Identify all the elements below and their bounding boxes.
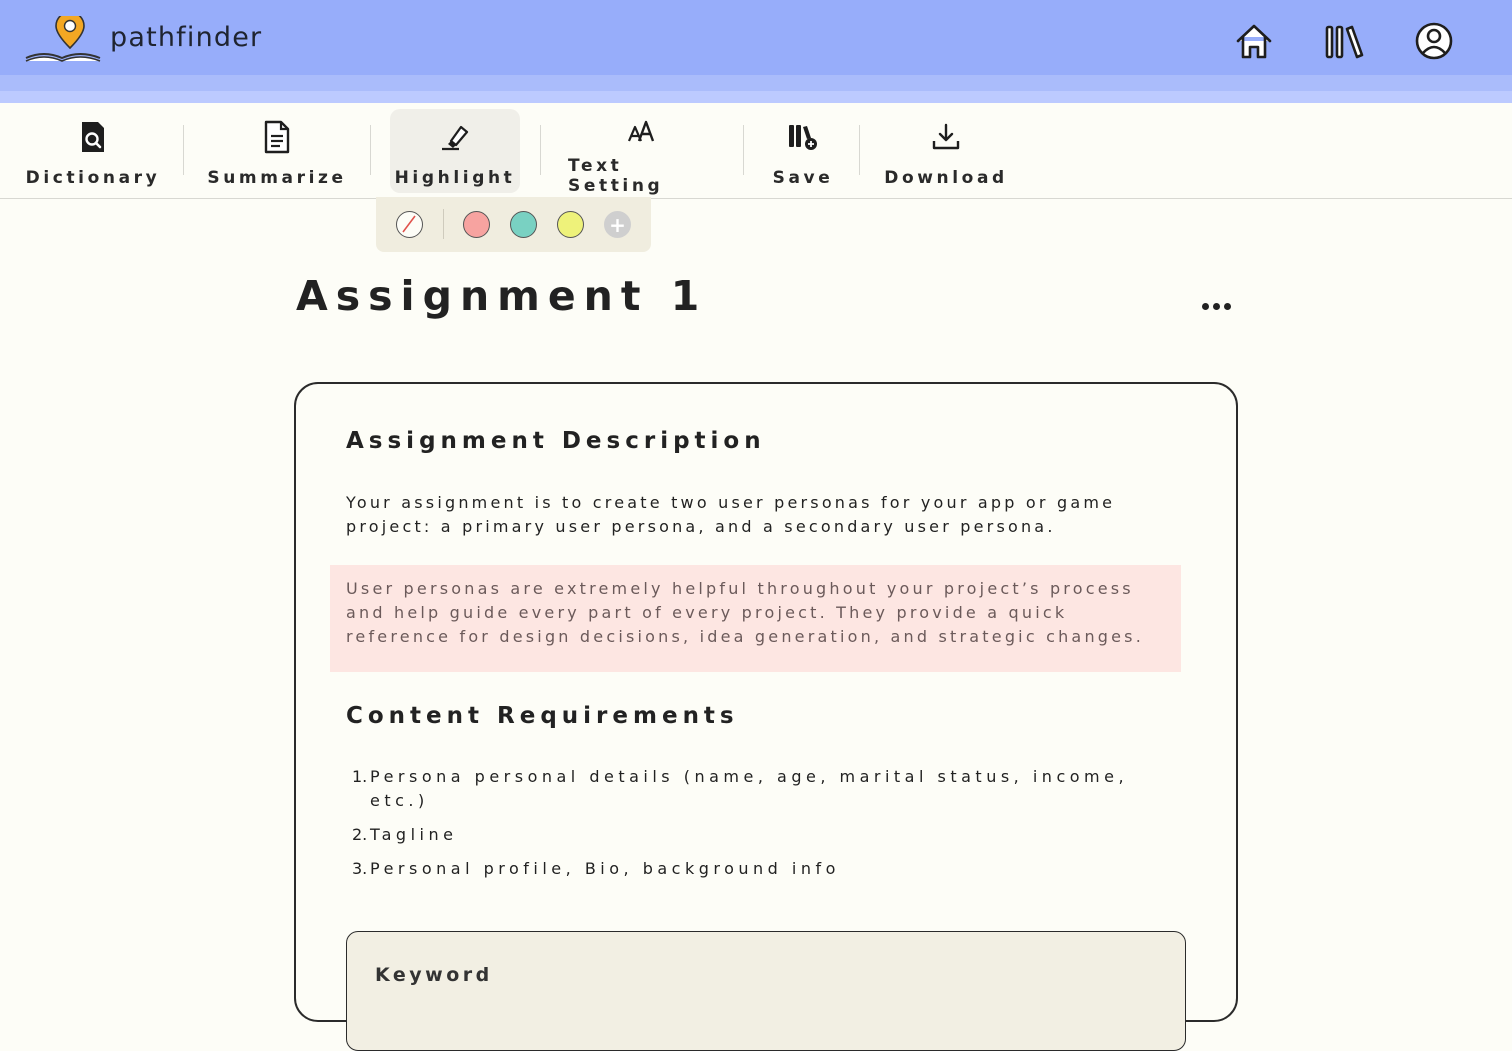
user-profile-icon[interactable]	[1414, 21, 1454, 61]
list-item-text: Persona personal details (name, age, mar…	[370, 767, 1129, 810]
page-title: Assignment 1	[296, 272, 708, 320]
toolbar-divider	[743, 125, 744, 175]
toolbar-divider	[183, 125, 184, 175]
dictionary-search-icon	[78, 117, 108, 157]
toolbar-divider	[370, 125, 371, 175]
description-text[interactable]: Your assignment is to create two user pe…	[346, 491, 1166, 539]
dictionary-label: Dictionary	[25, 168, 161, 188]
highlight-color-palette: +	[376, 197, 651, 252]
summarize-label: Summarize	[207, 168, 347, 188]
more-options-button[interactable]	[1198, 292, 1234, 320]
palette-divider	[443, 209, 444, 239]
app-name: pathfinder	[110, 22, 263, 53]
no-highlight-swatch[interactable]	[396, 211, 423, 238]
top-bar: pathfinder	[0, 0, 1512, 75]
more-dot	[1223, 302, 1231, 310]
summarize-button[interactable]: Summarize	[207, 109, 347, 193]
keyword-box: Keyword	[346, 931, 1186, 1051]
teal-highlight-swatch[interactable]	[510, 211, 537, 238]
download-button[interactable]: Download	[884, 109, 1008, 193]
list-item-text: Personal profile, Bio, background info	[370, 859, 840, 878]
requirements-heading: Content Requirements	[346, 703, 739, 729]
list-item-text: Tagline	[370, 825, 458, 844]
download-label: Download	[884, 168, 1008, 188]
highlighted-passage[interactable]: User personas are extremely helpful thro…	[330, 565, 1181, 672]
save-library-icon	[787, 117, 819, 157]
top-bar-strip	[0, 75, 1512, 103]
document-icon	[262, 117, 292, 157]
highlighted-text: User personas are extremely helpful thro…	[346, 579, 1145, 646]
app-logo[interactable]: pathfinder	[24, 16, 264, 64]
save-label: Save	[772, 168, 834, 188]
list-item[interactable]: 1. Persona personal details (name, age, …	[346, 765, 1166, 813]
yellow-highlight-swatch[interactable]	[557, 211, 584, 238]
text-setting-label: Text Setting	[568, 156, 664, 196]
more-dot	[1201, 302, 1209, 310]
list-item[interactable]: 2. Tagline	[346, 823, 1166, 847]
save-button[interactable]: Save	[770, 109, 836, 193]
add-color-button[interactable]: +	[604, 211, 631, 238]
dictionary-button[interactable]: Dictionary	[24, 109, 162, 193]
text-size-icon	[627, 117, 657, 145]
logo-pin-book-icon	[25, 16, 101, 62]
toolbar-divider	[540, 125, 541, 175]
reader-toolbar: Dictionary Summarize Highlight Text Sett…	[0, 103, 1512, 199]
assignment-card: Assignment Description Your assignment i…	[294, 382, 1238, 1051]
plus-icon: +	[609, 212, 626, 237]
list-item[interactable]: 3. Personal profile, Bio, background inf…	[346, 857, 1166, 881]
highlight-label: Highlight	[394, 168, 516, 188]
none-slash-icon	[402, 215, 416, 233]
library-icon[interactable]	[1324, 21, 1364, 61]
home-icon[interactable]	[1234, 21, 1274, 61]
download-icon	[931, 117, 961, 157]
description-heading: Assignment Description	[346, 428, 766, 454]
highlighter-icon	[439, 117, 471, 157]
keyword-heading: Keyword	[375, 964, 493, 986]
toolbar-divider	[859, 125, 860, 175]
more-dot	[1212, 302, 1220, 310]
pink-highlight-swatch[interactable]	[463, 211, 490, 238]
highlight-button[interactable]: Highlight	[390, 109, 520, 193]
requirements-list: 1. Persona personal details (name, age, …	[346, 765, 1166, 891]
text-setting-button[interactable]: Text Setting	[568, 109, 716, 196]
